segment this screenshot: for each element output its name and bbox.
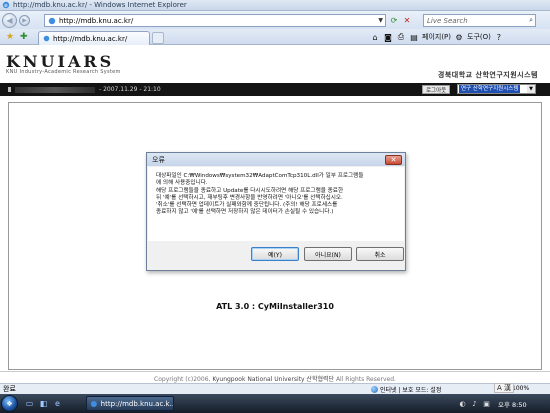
show-desktop-icon[interactable]: ▭	[24, 398, 35, 409]
tab-label: http://mdb.knu.ac.kr/	[53, 34, 128, 43]
site-header: KNUIARS KNU Industry-Academic Research S…	[0, 45, 550, 84]
tray-volume-icon[interactable]: ♪	[470, 399, 479, 408]
forward-button[interactable]: ▶	[19, 14, 30, 26]
globe-icon	[371, 386, 378, 393]
footer-divider	[0, 371, 550, 372]
copyright: Copyright (c)2006, Kyungpook National Un…	[0, 374, 550, 383]
message-line: 종료하지 않고 '예'를 선택하면 저장하지 않은 데이터가 손실될 수 있습니…	[156, 209, 334, 216]
feeds-icon[interactable]: ◙	[383, 32, 393, 42]
page-menu[interactable]: 페이지(P)	[422, 32, 451, 42]
tab-toolbar: ★ ✚ http://mdb.knu.ac.kr/ ⌂ ◙ ⎙ ▤ 페이지(P)…	[0, 29, 550, 45]
message-line: 해당 프로그램들을 종료하고 Update를 다시시도하려면 해당 프로그램을 …	[156, 187, 344, 194]
back-button[interactable]: ◀	[2, 12, 17, 28]
copyright-prefix: Copyright (c)2006,	[154, 376, 211, 383]
login-datetime: - 2007.11.29 - 21:10	[99, 86, 161, 93]
window-title: http://mdb.knu.ac.kr/ - Windows Internet…	[13, 1, 187, 9]
chevron-down-icon[interactable]: ▼	[378, 17, 383, 24]
tab-mdb[interactable]: http://mdb.knu.ac.kr/	[38, 31, 150, 45]
chevron-down-icon[interactable]: ▼	[527, 85, 535, 93]
taskbar-ie-window[interactable]: http://mdb.knu.ac.k...	[86, 396, 174, 411]
status-text: 완료	[3, 385, 16, 393]
window-titlebar: e http://mdb.knu.ac.kr/ - Windows Intern…	[0, 0, 550, 11]
back-arrow-icon: ◀	[6, 15, 13, 25]
switch-windows-icon[interactable]: ◧	[38, 398, 49, 409]
clock[interactable]: 오후 8:50	[498, 399, 527, 409]
stop-icon[interactable]: ✕	[402, 15, 412, 26]
dialog-title: 오류	[152, 155, 165, 164]
print-icon[interactable]: ⎙	[396, 32, 406, 42]
error-dialog: 오류 ✕ 대상파일인 C:₩Windows₩system32₩AdaptComT…	[146, 152, 406, 271]
ie-quicklaunch-icon[interactable]: e	[52, 398, 63, 409]
language-bar[interactable]: A 漢	[494, 383, 515, 393]
search-icon[interactable]: ⌕	[529, 16, 533, 25]
dialog-buttons: 예(Y) 아니요(N) 취소	[147, 247, 405, 263]
ie-logo-icon	[90, 400, 97, 407]
command-bar: ⌂ ◙ ⎙ ▤ 페이지(P) ⚙ 도구(O) ?	[370, 32, 504, 42]
forward-arrow-icon: ▶	[22, 16, 27, 24]
favorites-star-icon[interactable]: ★	[6, 32, 14, 42]
system-select[interactable]: 연구 산학연구지원시스템 ▼	[457, 84, 536, 94]
university-name: 경북대학교 산학연구지원시스템	[437, 71, 538, 79]
new-tab-button[interactable]	[152, 32, 164, 44]
page-icon	[48, 17, 56, 24]
dialog-titlebar: 오류 ✕	[147, 153, 405, 166]
home-icon[interactable]: ⌂	[370, 32, 380, 42]
dialog-body: 대상파일인 C:₩Windows₩system32₩AdaptComTcp310…	[148, 167, 404, 241]
page-menu-icon: ▤	[410, 32, 418, 42]
close-icon[interactable]: ✕	[385, 154, 402, 165]
dialog-message: 대상파일인 C:₩Windows₩system32₩AdaptComTcp310…	[156, 173, 401, 217]
user-info-bar: - 2007.11.29 - 21:10 로그아웃 연구 산학연구지원시스템 ▼	[0, 83, 550, 96]
address-toolbar: ◀ ▶ http://mdb.knu.ac.kr/ ▼ ⟳ ✕ Live Sea…	[0, 11, 550, 29]
message-line: 에 의해 사용중입니다.	[156, 180, 208, 187]
search-input[interactable]: Live Search	[424, 17, 468, 25]
copyright-org: Kyungpook National University 산학협력단	[212, 376, 335, 383]
page-icon	[43, 35, 50, 42]
atl-installer-label: ATL 3.0 : CyMiInstaller310	[216, 302, 334, 311]
no-button[interactable]: 아니요(N)	[304, 247, 352, 261]
address-input[interactable]: http://mdb.knu.ac.kr/	[59, 17, 133, 25]
system-tray: ◐ ♪ ▣ 오후 8:50	[455, 396, 550, 411]
refresh-icon[interactable]: ⟳	[389, 15, 399, 26]
tools-menu[interactable]: 도구(O)	[467, 32, 491, 42]
tray-power-icon[interactable]: ▣	[482, 399, 491, 408]
windows-logo-icon: ❖	[6, 399, 13, 408]
security-zone[interactable]: 인터넷 | 보호 모드: 설정	[371, 385, 441, 394]
ie-logo-icon: e	[2, 1, 10, 9]
start-button[interactable]: ❖	[1, 395, 18, 412]
yes-button[interactable]: 예(Y)	[251, 247, 299, 261]
logout-button[interactable]: 로그아웃	[422, 85, 451, 94]
svg-text:e: e	[4, 3, 8, 9]
logo-subtitle: KNU Industry-Academic Research System	[6, 69, 121, 75]
address-tools: ⟳ ✕	[389, 15, 412, 26]
system-select-value: 연구 산학연구지원시스템	[459, 85, 521, 93]
address-bar[interactable]: http://mdb.knu.ac.kr/ ▼	[44, 14, 386, 27]
status-bar: 완료 인터넷 | 보호 모드: 설정 100%	[0, 383, 550, 394]
taskbar: ❖ ▭ ◧ e http://mdb.knu.ac.k... A 漢 ◐ ♪ ▣…	[0, 383, 550, 413]
taskbar-window-label: http://mdb.knu.ac.k...	[100, 399, 173, 408]
bar-marker	[8, 87, 11, 92]
tray-network-icon[interactable]: ◐	[458, 399, 467, 408]
copyright-suffix: All Rights Reserved.	[335, 376, 396, 383]
zone-text: 인터넷 | 보호 모드: 설정	[380, 387, 442, 394]
add-favorites-icon[interactable]: ✚	[20, 32, 28, 42]
blurred-user-info	[15, 86, 95, 93]
cancel-button[interactable]: 취소	[356, 247, 404, 261]
help-icon[interactable]: ?	[494, 32, 504, 42]
search-box[interactable]: Live Search ⌕	[423, 14, 536, 27]
zoom-level[interactable]: 100%	[512, 385, 529, 392]
tools-gear-icon: ⚙	[455, 32, 463, 42]
